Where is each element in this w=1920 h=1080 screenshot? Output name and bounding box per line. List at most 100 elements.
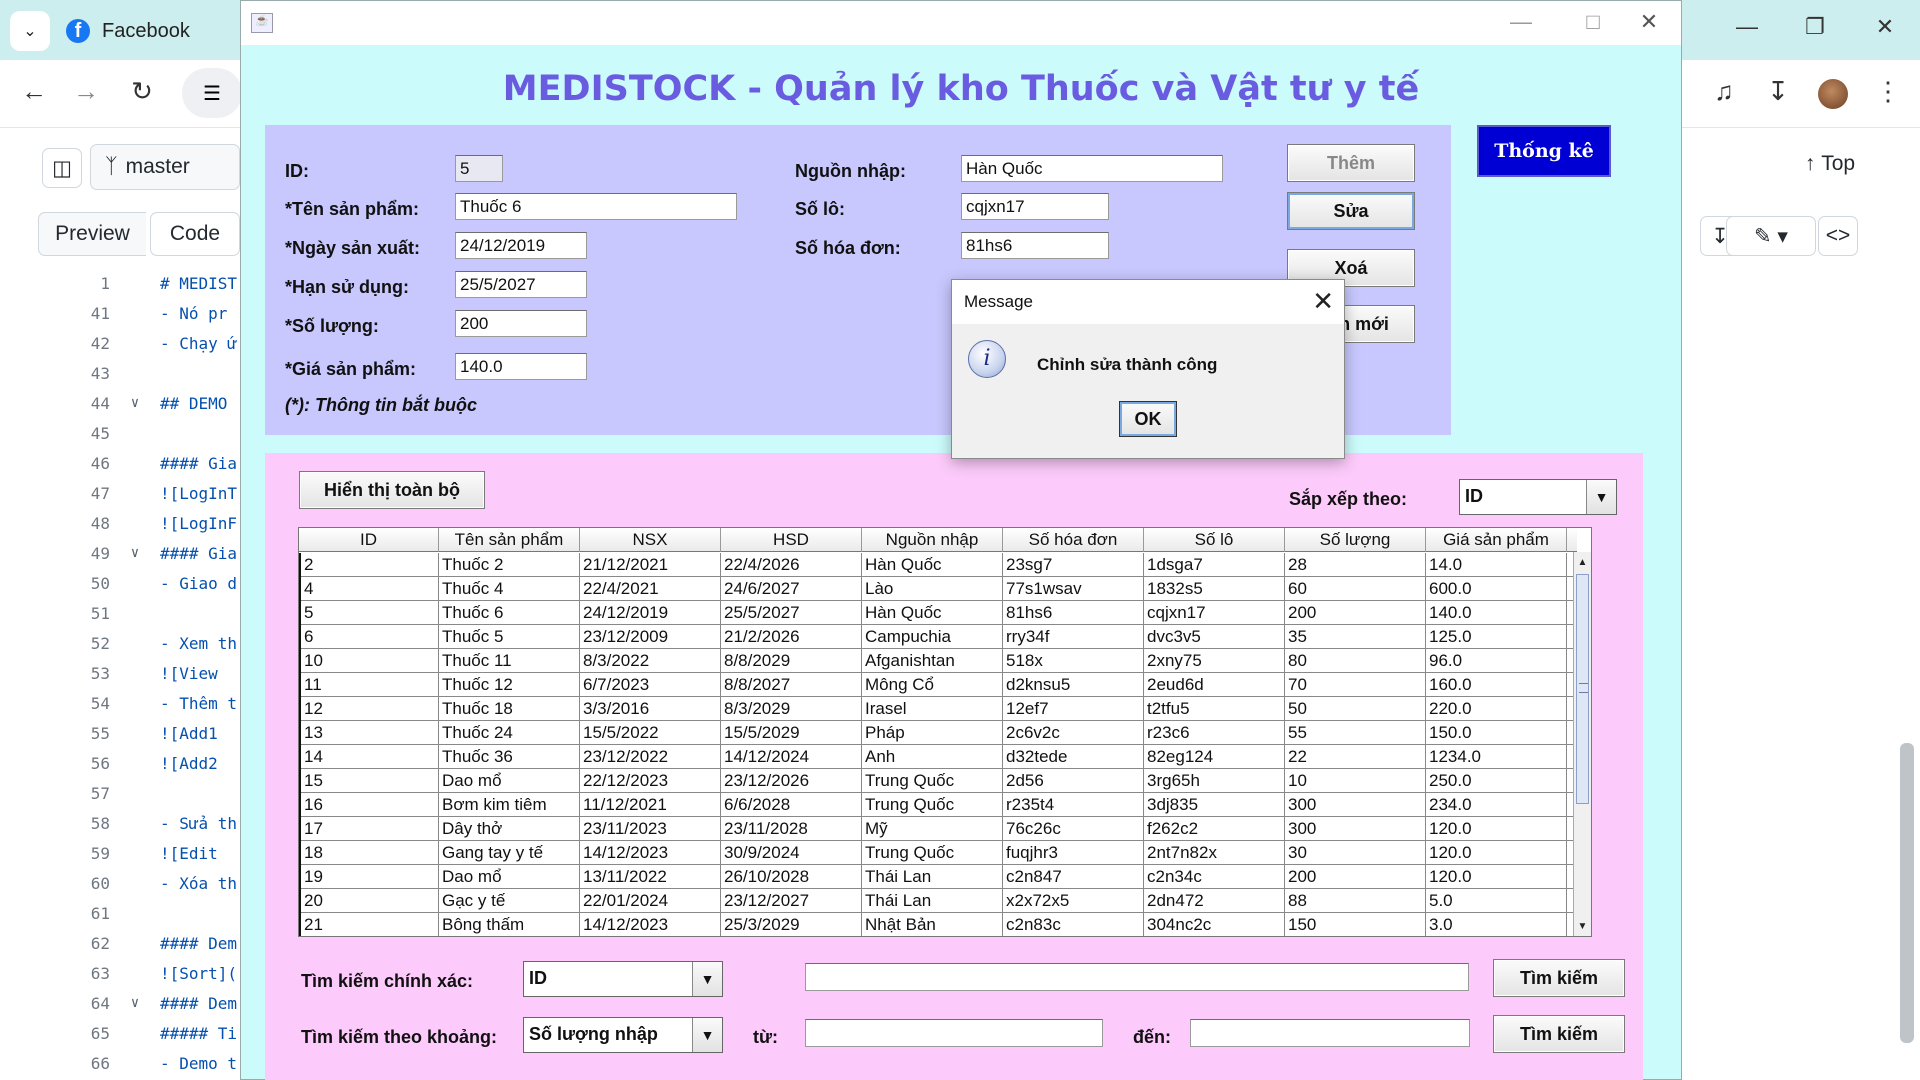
price-field[interactable]: 140.0	[455, 353, 587, 380]
table-row[interactable]: 20 Gạc y tế 22/01/2024 23/12/2027 Thái Lan x2…	[301, 889, 1574, 913]
table-scrollbar[interactable]: ▲ ▼	[1573, 552, 1591, 936]
site-info-icon[interactable]: ☰	[182, 68, 242, 118]
column-header[interactable]: NSX	[580, 528, 721, 552]
edit-button[interactable]: Sửa	[1287, 192, 1415, 230]
chevron-down-icon[interactable]: ▼	[692, 1018, 722, 1052]
profile-avatar[interactable]	[1818, 79, 1848, 109]
source-field[interactable]: Hàn Quốc	[961, 155, 1223, 182]
table-cell: Bơm kim tiêm	[439, 793, 580, 817]
invoice-field[interactable]: 81hs6	[961, 232, 1109, 259]
table-row[interactable]: 10 Thuốc 11 8/3/2022 8/8/2029 Afganishtan 518…	[301, 649, 1574, 673]
table-cell: 220.0	[1426, 697, 1567, 721]
maximize-window-button[interactable]: □	[1573, 9, 1613, 35]
line-number: 53	[90, 663, 110, 683]
tab-facebook[interactable]: f Facebook	[66, 14, 190, 48]
column-header[interactable]: ID	[299, 528, 439, 552]
line-number: 51	[90, 603, 110, 623]
exact-search-button[interactable]: Tìm kiếm	[1493, 959, 1625, 997]
table-row[interactable]: 4 Thuốc 4 22/4/2021 24/6/2027 Lào 77s1wsav 183…	[301, 577, 1574, 601]
range-search-button[interactable]: Tìm kiếm	[1493, 1015, 1625, 1053]
exact-search-field-combo[interactable]: ID ▼	[523, 961, 723, 997]
tab-search-dropdown[interactable]: ⌄	[10, 11, 50, 51]
dialog-close-icon[interactable]: ✕	[1312, 286, 1334, 317]
download-icon[interactable]: ↧	[1760, 76, 1796, 107]
quantity-field[interactable]: 200	[455, 310, 587, 337]
scroll-down-icon[interactable]: ▼	[1574, 918, 1591, 936]
table-row[interactable]: 18 Gang tay y tế 14/12/2023 30/9/2024 Trung …	[301, 841, 1574, 865]
exp-date-field[interactable]: 25/5/2027	[455, 271, 587, 298]
edit-file-button[interactable]: ✎ ▾	[1726, 216, 1816, 256]
table-cell: 23/11/2023	[580, 817, 721, 841]
restore-browser-button[interactable]: ❐	[1800, 14, 1830, 40]
chevron-down-icon[interactable]: ▼	[1586, 480, 1616, 514]
line-text: ![Add1	[160, 723, 218, 743]
range-from-input[interactable]	[805, 1019, 1103, 1047]
code-tab[interactable]: Code	[150, 212, 240, 256]
table-cell: 16	[301, 793, 439, 817]
table-cell: 77s1wsav	[1003, 577, 1144, 601]
exact-search-input[interactable]	[805, 963, 1469, 991]
column-header[interactable]: Tên sản phẩm	[439, 528, 580, 552]
range-to-input[interactable]	[1190, 1019, 1470, 1047]
show-all-button[interactable]: Hiển thị toàn bộ	[299, 471, 485, 509]
table-row[interactable]: 12 Thuốc 18 3/3/2016 8/3/2029 Irasel 12ef7 t2t…	[301, 697, 1574, 721]
table-row[interactable]: 11 Thuốc 12 6/7/2023 8/8/2027 Mông Cổ d2knsu5…	[301, 673, 1574, 697]
chevron-down-icon[interactable]: ∨	[110, 395, 160, 411]
table-cell: 5	[301, 601, 439, 625]
column-header[interactable]: Số hóa đơn	[1003, 528, 1144, 552]
table-row[interactable]: 21 Bông thấm 14/12/2023 25/3/2029 Nhật Bản c2…	[301, 913, 1574, 936]
close-browser-button[interactable]: ✕	[1870, 14, 1900, 40]
back-icon[interactable]: ←	[16, 76, 52, 107]
table-row[interactable]: 6 Thuốc 5 23/12/2009 21/2/2026 Campuchia rry3…	[301, 625, 1574, 649]
sort-combo[interactable]: ID ▼	[1459, 479, 1617, 515]
minimize-browser-button[interactable]: —	[1732, 14, 1762, 40]
mfg-date-field[interactable]: 24/12/2019	[455, 232, 587, 259]
add-button[interactable]: Thêm	[1287, 144, 1415, 182]
page-scrollbar[interactable]	[1900, 743, 1914, 1043]
column-header[interactable]: HSD	[721, 528, 862, 552]
info-icon: i	[968, 340, 1006, 378]
dialog-message: Chỉnh sửa thành công	[1037, 355, 1218, 374]
name-field[interactable]: Thuốc 6	[455, 193, 737, 220]
table-row[interactable]: 5 Thuốc 6 24/12/2019 25/5/2027 Hàn Quốc 81hs6…	[301, 601, 1574, 625]
table-cell: 96.0	[1426, 649, 1567, 673]
table-cell: Pháp	[862, 721, 1003, 745]
column-header[interactable]: Giá sản phẩm	[1426, 528, 1567, 552]
menu-icon[interactable]: ⋮	[1870, 76, 1906, 107]
scroll-up-icon[interactable]: ▲	[1574, 554, 1591, 572]
sort-selected: ID	[1465, 486, 1483, 506]
table-cell: Thuốc 4	[439, 577, 580, 601]
file-tree-toggle-icon[interactable]: ◫	[42, 148, 82, 188]
chevron-down-icon[interactable]: ∨	[110, 545, 160, 561]
table-cell: 8/8/2027	[721, 673, 862, 697]
column-header[interactable]: Nguồn nhập	[862, 528, 1003, 552]
table-row[interactable]: 17 Dây thở 23/11/2023 23/11/2028 Mỹ 76c26c f26…	[301, 817, 1574, 841]
playlist-icon[interactable]: ♫	[1706, 76, 1742, 107]
minimize-window-button[interactable]: —	[1501, 9, 1541, 35]
range-search-field-combo[interactable]: Số lượng nhập ▼	[523, 1017, 723, 1053]
column-header[interactable]: Số lô	[1144, 528, 1285, 552]
branch-selector[interactable]: ᛉ master	[90, 144, 240, 190]
forward-icon[interactable]: →	[68, 76, 104, 107]
scroll-thumb[interactable]	[1576, 574, 1589, 804]
table-row[interactable]: 13 Thuốc 24 15/5/2022 15/5/2029 Pháp 2c6v2c r2…	[301, 721, 1574, 745]
table-row[interactable]: 14 Thuốc 36 23/12/2022 14/12/2024 Anh d32tede…	[301, 745, 1574, 769]
table-cell: 24/12/2019	[580, 601, 721, 625]
symbols-icon[interactable]: <>	[1818, 216, 1858, 256]
table-row[interactable]: 2 Thuốc 2 21/12/2021 22/4/2026 Hàn Quốc 23sg7…	[301, 553, 1574, 577]
preview-tab[interactable]: Preview	[38, 212, 146, 256]
column-header[interactable]: Số lượng	[1285, 528, 1426, 552]
table-row[interactable]: 15 Dao mổ 22/12/2023 23/12/2026 Trung Quốc 2d…	[301, 769, 1574, 793]
table-row[interactable]: 16 Bơm kim tiêm 11/12/2021 6/6/2028 Trung Qu…	[301, 793, 1574, 817]
chevron-down-icon[interactable]: ▼	[692, 962, 722, 996]
chevron-down-icon[interactable]: ∨	[110, 995, 160, 1011]
top-link[interactable]: ↑ Top	[1770, 144, 1890, 184]
quantity-label: *Số lượng:	[285, 316, 379, 336]
table-row[interactable]: 19 Dao mổ 13/11/2022 26/10/2028 Thái Lan c2n8…	[301, 865, 1574, 889]
ok-button[interactable]: OK	[1119, 401, 1177, 437]
statistics-button[interactable]: Thống kê	[1477, 125, 1611, 177]
table-cell: 250.0	[1426, 769, 1567, 793]
reload-icon[interactable]: ↻	[124, 76, 160, 107]
close-window-button[interactable]: ✕	[1629, 9, 1669, 35]
lot-field[interactable]: cqjxn17	[961, 193, 1109, 220]
